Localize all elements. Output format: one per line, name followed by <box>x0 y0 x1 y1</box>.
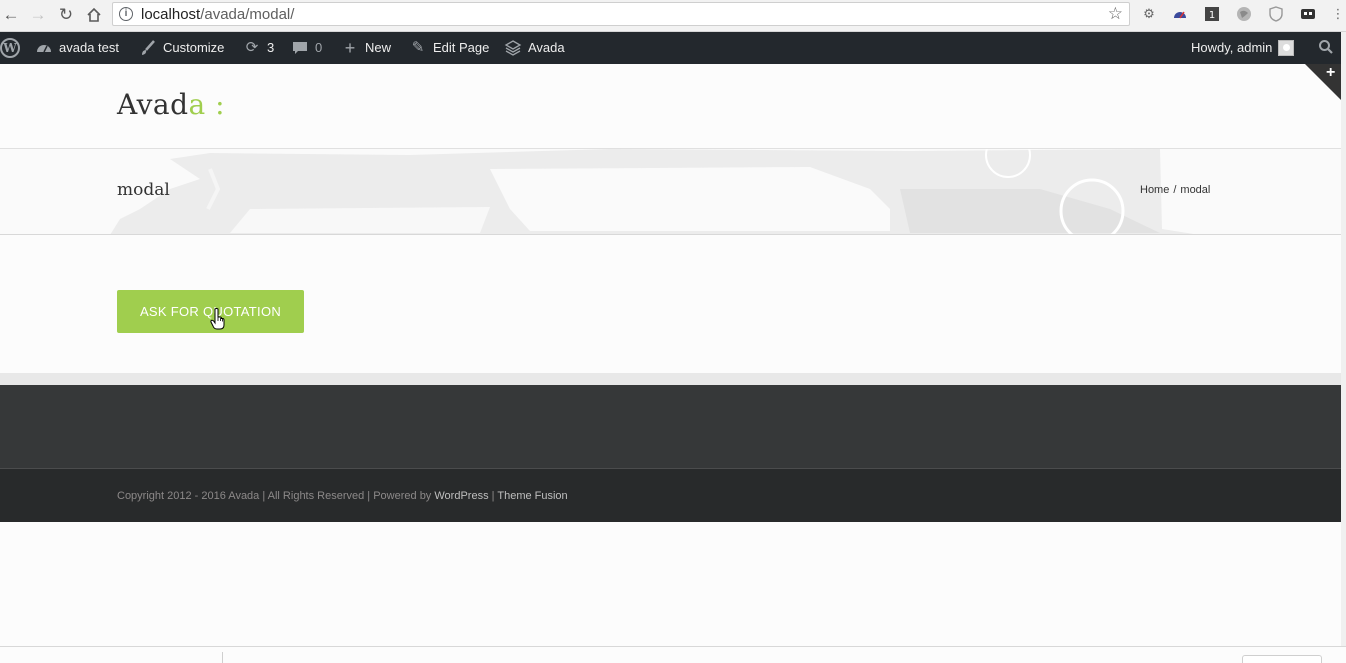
download-bar-border <box>0 646 1346 647</box>
plus-toggle-icon[interactable]: + <box>1326 64 1335 82</box>
site-logo[interactable]: Avada : <box>117 88 225 121</box>
back-arrow-icon[interactable]: ← <box>0 4 22 26</box>
breadcrumb-separator: / <box>1173 184 1177 196</box>
wp-logo-menu[interactable]: W <box>0 32 20 64</box>
comment-bubble-icon <box>291 39 309 57</box>
extension-game-icon[interactable] <box>1300 6 1316 22</box>
breadcrumb: Home / modal <box>1140 184 1210 196</box>
new-content-menu[interactable]: + New <box>341 32 391 64</box>
url-text: localhost/avada/modal/ <box>141 6 295 23</box>
download-bar-button[interactable] <box>1242 655 1322 663</box>
avada-menu[interactable]: Avada <box>504 32 565 64</box>
edit-page-link[interactable]: ✎ Edit Page <box>409 32 490 64</box>
new-label: New <box>365 40 392 55</box>
extension-one-icon[interactable]: 1 <box>1204 6 1220 22</box>
copyright-text: Copyright 2012 - 2016 Avada | All Rights… <box>117 490 568 502</box>
search-icon <box>1317 39 1335 57</box>
pencil-icon: ✎ <box>411 39 425 56</box>
forward-arrow-icon[interactable]: → <box>27 4 49 26</box>
avada-layers-icon <box>504 39 522 57</box>
updates-count: 3 <box>267 40 275 55</box>
page-title-bar: modal Home / modal <box>0 149 1341 235</box>
customize-label: Customize <box>163 40 225 55</box>
refresh-updates-icon: ⟳ <box>245 39 259 56</box>
extension-dashboard-icon[interactable] <box>1172 6 1188 22</box>
address-bar[interactable]: i localhost/avada/modal/ ☆ <box>112 2 1130 26</box>
paintbrush-icon <box>139 39 157 57</box>
breadcrumb-current: modal <box>1180 184 1211 196</box>
site-name-menu[interactable]: avada test <box>35 32 119 64</box>
edit-page-label: Edit Page <box>433 40 490 55</box>
download-bar-divider <box>222 652 223 663</box>
home-icon[interactable] <box>83 4 105 26</box>
wordpress-logo-icon: W <box>0 38 20 58</box>
avatar <box>1278 40 1295 56</box>
browser-menu-icon[interactable]: ⋮ <box>1330 6 1346 22</box>
svg-text:1: 1 <box>1209 10 1215 21</box>
extension-gear-icon[interactable]: ⚙ <box>1141 6 1157 22</box>
wordpress-link[interactable]: WordPress <box>434 490 488 502</box>
browser-toolbar: ← → ↻ i localhost/avada/modal/ ☆ ⚙ 1 ⋮ <box>0 0 1346 32</box>
comments-count: 0 <box>315 40 323 55</box>
howdy-label: Howdy, admin <box>1191 40 1273 55</box>
content-footer-divider <box>0 373 1341 385</box>
reload-icon[interactable]: ↻ <box>55 4 77 26</box>
site-name-label: avada test <box>59 40 119 55</box>
my-account-menu[interactable]: Howdy, admin <box>1191 32 1295 64</box>
copyright-bar: Copyright 2012 - 2016 Avada | All Rights… <box>0 469 1341 522</box>
avada-label: Avada <box>528 40 565 55</box>
wp-admin-bar: W avada test Customize ⟳ 3 0 + New ✎ Edi… <box>0 32 1341 64</box>
site-header: Avada : <box>0 64 1341 149</box>
comments-link[interactable]: 0 <box>291 32 322 64</box>
extension-globe-icon[interactable] <box>1236 6 1252 22</box>
hand-pointer-cursor-icon <box>210 308 225 330</box>
main-content: ASK FOR QUOTATION <box>0 235 1341 373</box>
page-title: modal <box>117 180 170 200</box>
dashboard-gauge-icon <box>35 39 53 57</box>
info-icon[interactable]: i <box>119 7 133 21</box>
sliding-bar-toggle[interactable] <box>1305 64 1341 100</box>
bookmark-star-icon[interactable]: ☆ <box>1108 4 1123 24</box>
updates-link[interactable]: ⟳ 3 <box>243 32 275 64</box>
title-bar-background <box>110 149 1194 234</box>
theme-fusion-link[interactable]: Theme Fusion <box>497 490 567 502</box>
footer-widgets <box>0 385 1341 469</box>
admin-search[interactable] <box>1317 32 1341 64</box>
customize-link[interactable]: Customize <box>139 32 224 64</box>
page-scrollbar[interactable] <box>1341 32 1346 646</box>
breadcrumb-home-link[interactable]: Home <box>1140 184 1169 196</box>
plus-icon: + <box>344 38 356 58</box>
extension-shield-icon[interactable] <box>1268 6 1284 22</box>
